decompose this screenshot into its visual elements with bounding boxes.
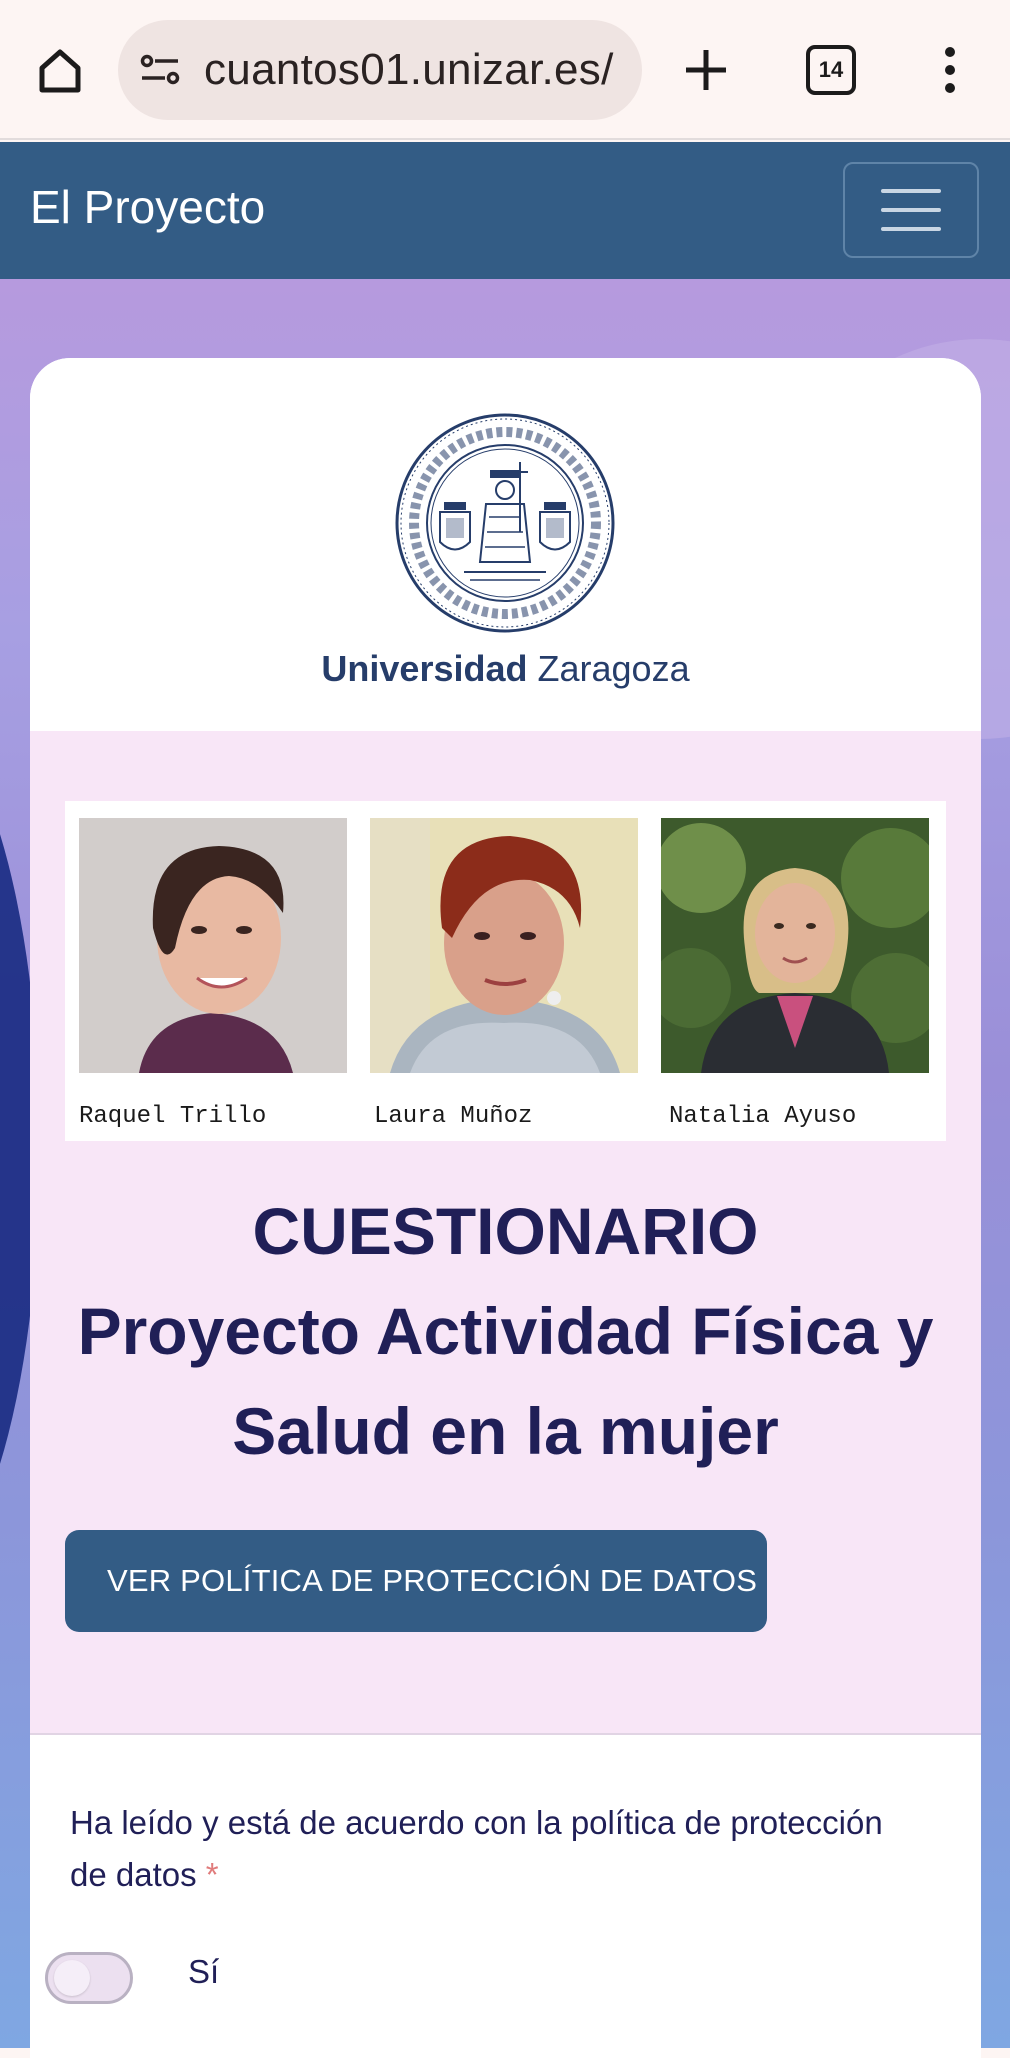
title-line: Proyecto Actividad Física y xyxy=(77,1294,934,1368)
team-member-name: Raquel Trillo xyxy=(79,1103,267,1130)
hamburger-icon xyxy=(881,189,941,193)
photo-laura-munoz xyxy=(370,818,638,1073)
tab-switcher-button[interactable]: 14 xyxy=(796,38,866,102)
questionnaire-card: Universidad Zaragoza Raquel Trillo Laura… xyxy=(30,358,981,2058)
site-settings-icon[interactable] xyxy=(138,48,182,92)
consent-toggle-switch[interactable] xyxy=(45,1952,133,2004)
address-bar[interactable]: cuantos01.unizar.es/ xyxy=(118,20,642,120)
title-line: CUESTIONARIO xyxy=(252,1194,759,1268)
switch-knob xyxy=(54,1960,90,1996)
browser-toolbar: cuantos01.unizar.es/ 14 xyxy=(0,0,1010,140)
title-line: Salud en la mujer xyxy=(232,1394,779,1468)
university-seal-logo xyxy=(395,413,615,633)
page-title: CUESTIONARIO Proyecto Actividad Física y… xyxy=(30,1181,981,1481)
consent-question-section: Ha leído y está de acuerdo con la políti… xyxy=(30,1735,981,2058)
university-name-regular: Zaragoza xyxy=(537,648,690,689)
photo-raquel-trillo xyxy=(79,818,347,1073)
university-name-bold: Universidad xyxy=(321,648,528,689)
view-data-policy-button[interactable]: VER POLÍTICA DE PROTECCIÓN DE DATOS xyxy=(65,1530,767,1632)
site-navbar: El Proyecto xyxy=(0,142,1010,279)
team-photo-strip: Raquel Trillo Laura Muñoz Natalia Ayuso xyxy=(65,801,946,1141)
question-text: Ha leído y está de acuerdo con la políti… xyxy=(70,1804,883,1893)
logo-area: Universidad Zaragoza xyxy=(30,358,981,731)
questionnaire-header: Raquel Trillo Laura Muñoz Natalia Ayuso … xyxy=(30,731,981,1735)
more-options-icon[interactable] xyxy=(920,38,980,102)
team-member-name: Natalia Ayuso xyxy=(669,1103,857,1130)
team-member-name: Laura Muñoz xyxy=(374,1103,533,1130)
navbar-brand[interactable]: El Proyecto xyxy=(30,180,265,234)
url-text[interactable]: cuantos01.unizar.es/ xyxy=(204,45,614,95)
consent-question: Ha leído y está de acuerdo con la políti… xyxy=(70,1797,910,1901)
required-marker: * xyxy=(205,1856,219,1893)
home-icon[interactable] xyxy=(28,38,92,102)
consent-option-label[interactable]: Sí xyxy=(188,1953,219,1991)
navbar-toggle-button[interactable] xyxy=(843,162,979,258)
new-tab-icon[interactable] xyxy=(672,38,740,102)
tab-count: 14 xyxy=(806,45,856,95)
photo-natalia-ayuso xyxy=(661,818,929,1073)
university-name: Universidad Zaragoza xyxy=(30,648,981,690)
